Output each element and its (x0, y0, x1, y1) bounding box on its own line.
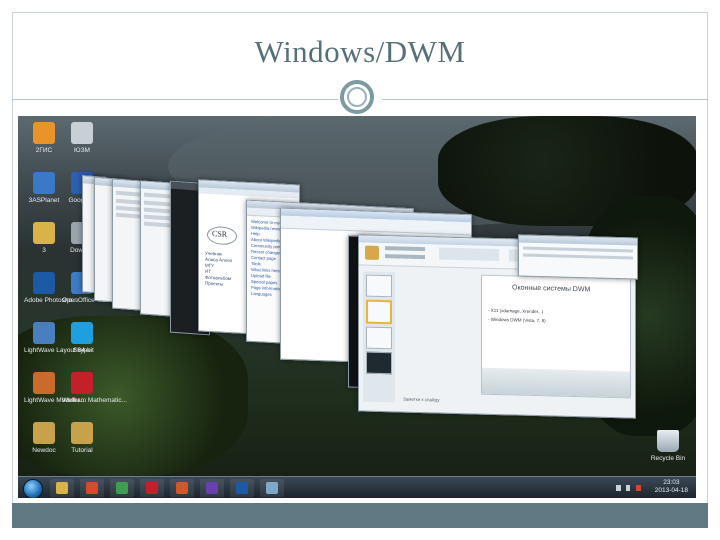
folder-icon (56, 482, 68, 494)
desktop-icon-label: Wolfram Mathematic... (62, 397, 127, 404)
desktop-icon-label: Skype (72, 347, 92, 354)
recycle-bin[interactable]: Recycle Bin (648, 430, 688, 482)
mathematica-icon (71, 372, 93, 394)
taskbar-button-manager[interactable] (110, 479, 134, 497)
divider-ring-inner (347, 87, 367, 107)
lightwave-modeler-icon (33, 372, 55, 394)
clock[interactable]: 23:03 2013-04-18 (655, 479, 688, 495)
desktop-icon-globe[interactable]: 3ASPlanet (24, 172, 64, 224)
taskbar-button-powerpoint[interactable] (170, 479, 194, 497)
taskbar-button-chrome[interactable] (80, 479, 104, 497)
globe-icon (33, 172, 55, 194)
clock-time: 23:03 (663, 479, 680, 486)
taskbar: 23:03 2013-04-18 (18, 476, 696, 498)
document-icon (71, 122, 93, 144)
tray-network-icon[interactable] (626, 485, 630, 491)
desktop-icon-label: Adobe Photosho... (24, 297, 78, 304)
ppt-slide-title: Оконные системы DWM (512, 284, 591, 294)
desktop-icon-folder[interactable]: Newdoc (24, 422, 64, 474)
desktop-icon-lightwave[interactable]: LightWave Layout 64-bit (24, 322, 94, 374)
taskbar-button-desktop[interactable] (260, 479, 284, 497)
desktop-screenshot: 2ГИСЮЗМ3ASPlanetGoogle E3Dow MoAdobe Pho… (18, 116, 696, 498)
photoshop-icon (33, 272, 55, 294)
desktop-icon-2gis[interactable]: 2ГИС (24, 122, 64, 174)
taskbar-button-mathematica[interactable] (140, 479, 164, 497)
mathematica-icon (146, 482, 158, 494)
desktop-icon-label: LightWave Layout 64-bit (24, 347, 94, 354)
ppt-bullet-1: - X11 (xdamage, Xrender...) (488, 307, 544, 315)
desktop-icon-label: Tutorial (71, 447, 93, 454)
desktop-icon-folder[interactable]: Tutorial (62, 422, 102, 474)
2gis-icon (33, 122, 55, 144)
csr-menu: Учебник Алиса Аллеп МГУ ИТ Фотоальбом Проекты (205, 251, 232, 288)
desktop-icon-skype[interactable]: Skype (62, 322, 102, 374)
ppt-notes[interactable]: Заметки к слайду (403, 397, 439, 403)
clock-date: 2013-04-18 (654, 487, 688, 494)
slide-footer-bar (12, 503, 708, 528)
taskbar-button-photoshop[interactable] (230, 479, 254, 497)
desktop-icon-mathematica[interactable]: Wolfram Mathematic... (62, 372, 127, 424)
start-button[interactable] (23, 479, 43, 498)
recycle-bin-icon (657, 430, 679, 452)
taskbar-button-explorer[interactable] (50, 479, 74, 497)
app-icon (116, 482, 128, 494)
desktop-icon-label: 3ASPlanet (28, 197, 60, 204)
side-panel-window[interactable] (518, 234, 638, 280)
desktop-icon-photoshop[interactable]: Adobe Photosho... (24, 272, 78, 324)
folder-icon (71, 422, 93, 444)
skype-icon (71, 322, 93, 344)
photoshop-icon (236, 482, 248, 494)
tray-volume-icon[interactable] (636, 485, 641, 491)
desktop-icon-label: 2ГИС (35, 147, 53, 154)
slide-thumbnails[interactable] (363, 271, 395, 403)
folder-icon (33, 222, 55, 244)
title-divider-right (382, 99, 708, 100)
desktop-icon-label: 3 (42, 247, 46, 254)
taskbar-button-visual-studio[interactable] (200, 479, 224, 497)
desktop-icon-label: ЮЗМ (74, 147, 90, 154)
folder-icon (33, 422, 55, 444)
lightwave-icon (33, 322, 55, 344)
slide-title: Windows/DWM (254, 34, 466, 69)
powerpoint-icon (176, 482, 188, 494)
desktop-icon-label: LightWave Modeler... (24, 397, 85, 404)
tray-flag-icon[interactable] (616, 485, 621, 491)
current-slide[interactable]: Оконные системы DWM - X11 (xdamage, Xren… (481, 274, 631, 399)
ppt-bullet-2: - Windows DWM (Vista, 7, 8) (488, 316, 546, 324)
desktop-icon-lightwave-modeler[interactable]: LightWave Modeler... (24, 372, 85, 424)
desktop-icon-folder[interactable]: 3 (24, 222, 64, 274)
chrome-icon (86, 482, 98, 494)
title-divider-left (12, 99, 338, 100)
desktop-icon (266, 482, 278, 494)
desktop-icon-label: Newdoc (32, 447, 56, 454)
desktop-icon-document[interactable]: ЮЗМ (62, 122, 102, 174)
csr-logo: CSR (212, 229, 228, 239)
visual-studio-icon (206, 482, 218, 494)
